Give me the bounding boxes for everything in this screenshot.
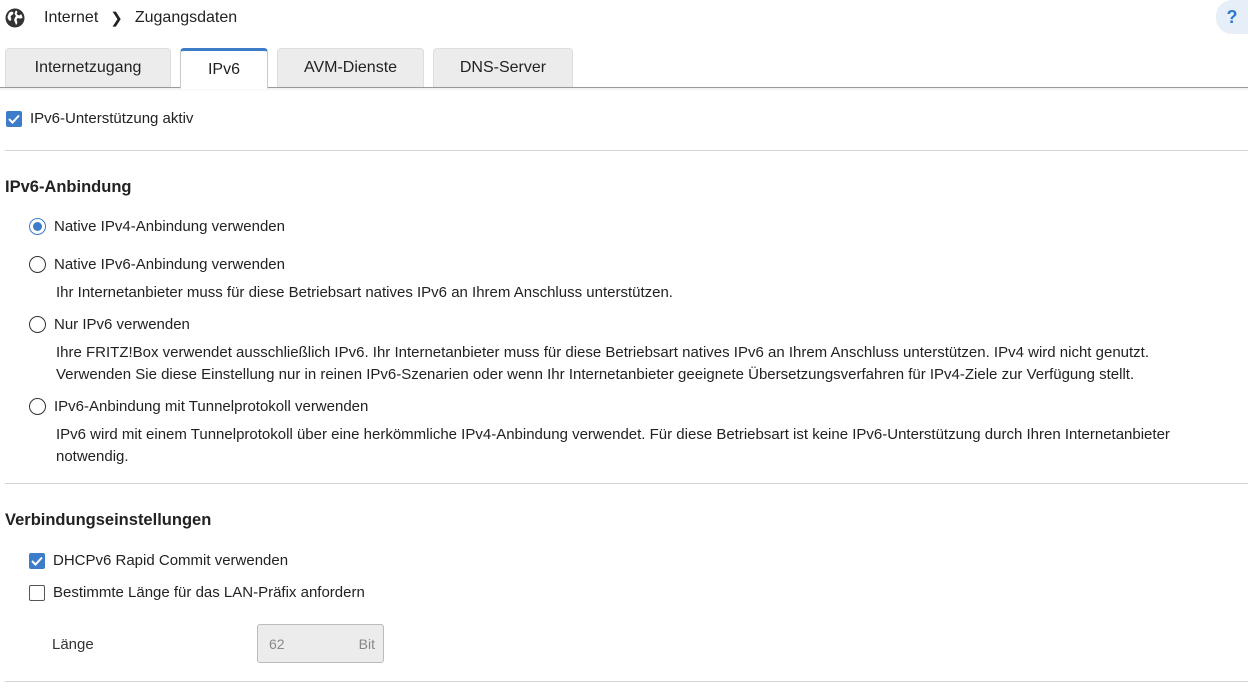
tab-dns-server[interactable]: DNS-Server xyxy=(433,48,573,87)
ipv6-support-checkbox[interactable]: IPv6-Unterstützung aktiv xyxy=(6,110,193,127)
tab-bar: Internetzugang IPv6 AVM-Dienste DNS-Serv… xyxy=(5,48,582,89)
tab-avm-dienste[interactable]: AVM-Dienste xyxy=(277,48,424,87)
divider xyxy=(5,483,1248,484)
section-heading-verbindung: Verbindungseinstellungen xyxy=(5,511,212,529)
breadcrumb-current: Zugangsdaten xyxy=(134,9,238,26)
radio-unselected-icon[interactable] xyxy=(29,316,46,333)
description-line: notwendig. xyxy=(56,448,129,465)
tab-internetzugang[interactable]: Internetzugang xyxy=(5,48,171,87)
laenge-label: Länge xyxy=(52,636,94,653)
help-button[interactable]: ? xyxy=(1216,0,1248,34)
radio-tunnelprotokoll[interactable]: IPv6-Anbindung mit Tunnelprotokoll verwe… xyxy=(29,398,368,415)
tab-ipv6[interactable]: IPv6 xyxy=(180,48,268,89)
radio-label: Native IPv6-Anbindung verwenden xyxy=(54,256,285,273)
radio-label: IPv6-Anbindung mit Tunnelprotokoll verwe… xyxy=(54,398,369,415)
section-heading-anbindung: IPv6-Anbindung xyxy=(5,178,132,196)
radio-label: Native IPv4-Anbindung verwenden xyxy=(54,218,285,235)
checkbox-checked-icon[interactable] xyxy=(6,110,22,127)
description-line: Verwenden Sie diese Einstellung nur in r… xyxy=(56,366,1135,383)
lan-prefix-label: Bestimmte Länge für das LAN-Präfix anfor… xyxy=(53,584,365,601)
option-description: Ihr Internetanbieter muss für diese Betr… xyxy=(56,284,673,301)
checkbox-checked-icon[interactable] xyxy=(29,552,45,569)
laenge-input[interactable]: 62 Bit xyxy=(257,624,384,663)
radio-unselected-icon[interactable] xyxy=(29,256,46,273)
laenge-value: 62 xyxy=(269,635,285,652)
divider xyxy=(5,681,1248,682)
laenge-unit: Bit xyxy=(358,635,375,652)
radio-selected-icon[interactable] xyxy=(29,218,46,235)
description-line: Ihre FRITZ!Box verwendet ausschließlich … xyxy=(56,344,1150,361)
radio-unselected-icon[interactable] xyxy=(29,398,46,415)
radio-nur-ipv6[interactable]: Nur IPv6 verwenden xyxy=(29,316,190,333)
chevron-right-icon: ❯ xyxy=(110,10,123,27)
ipv6-support-label: IPv6-Unterstützung aktiv xyxy=(30,110,194,127)
rapid-commit-checkbox[interactable]: DHCPv6 Rapid Commit verwenden xyxy=(29,552,288,569)
option-description: Ihre FRITZ!Box verwendet ausschließlich … xyxy=(56,342,1149,386)
radio-label: Nur IPv6 verwenden xyxy=(54,316,190,333)
lan-prefix-checkbox[interactable]: Bestimmte Länge für das LAN-Präfix anfor… xyxy=(29,584,365,601)
divider xyxy=(5,150,1248,151)
description-line: IPv6 wird mit einem Tunnelprotokoll über… xyxy=(56,426,1170,443)
globe-icon xyxy=(5,8,25,28)
breadcrumb: Internet ❯ Zugangsdaten xyxy=(5,5,237,31)
breadcrumb-root[interactable]: Internet xyxy=(44,9,98,27)
checkbox-unchecked-icon[interactable] xyxy=(29,584,45,601)
radio-native-ipv4[interactable]: Native IPv4-Anbindung verwenden xyxy=(29,218,285,235)
option-description: IPv6 wird mit einem Tunnelprotokoll über… xyxy=(56,424,1170,468)
radio-native-ipv6[interactable]: Native IPv6-Anbindung verwenden xyxy=(29,256,285,273)
rapid-commit-label: DHCPv6 Rapid Commit verwenden xyxy=(53,552,289,569)
